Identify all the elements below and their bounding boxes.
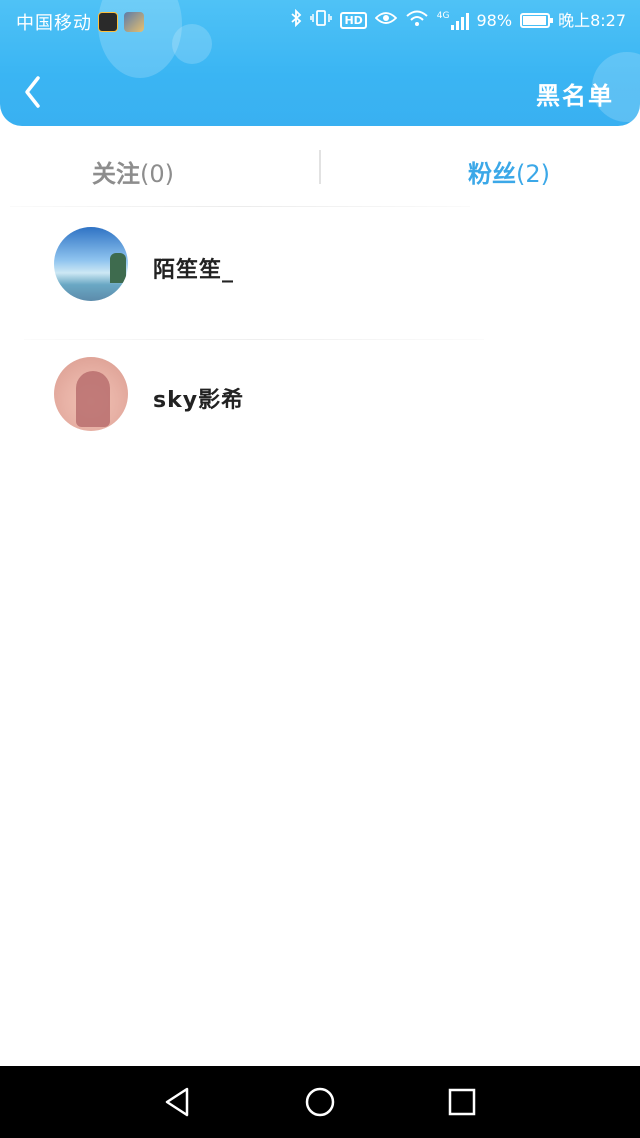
nav-back-button[interactable] <box>161 1085 195 1119</box>
triangle-back-icon <box>165 1087 189 1117</box>
avatar[interactable] <box>54 227 128 301</box>
nav-home-button[interactable] <box>303 1085 337 1119</box>
status-left: 中国移动 <box>16 9 144 35</box>
status-bar: 中国移动 HD 4G 98% 晚上8:27 <box>0 0 640 42</box>
carrier-label: 中国移动 <box>16 13 92 34</box>
navigation-bar <box>0 1066 640 1138</box>
avatar[interactable] <box>54 357 128 431</box>
list-item[interactable]: 陌笙笙_ <box>0 210 640 340</box>
tab-divider <box>319 150 321 184</box>
tab-following-label: 关注 <box>92 160 140 188</box>
signal-icon: 4G <box>436 10 469 30</box>
chevron-left-icon <box>25 76 40 108</box>
battery-icon <box>520 13 554 28</box>
tabs-divider <box>10 206 470 207</box>
circle-home-icon <box>305 1087 335 1117</box>
tab-following[interactable]: 关注(0) <box>92 154 174 189</box>
square-recent-icon <box>448 1088 476 1116</box>
tab-fans[interactable]: 粉丝(2) <box>468 154 550 189</box>
wifi-icon <box>405 9 429 32</box>
back-button[interactable] <box>20 72 48 112</box>
nav-recent-button[interactable] <box>445 1085 479 1119</box>
username: sky影希 <box>153 388 245 413</box>
bluetooth-icon <box>290 8 302 32</box>
tab-fans-label: 粉丝 <box>468 160 516 188</box>
tab-following-count: (0) <box>140 160 174 188</box>
vibrate-icon <box>310 9 333 32</box>
blacklist-button[interactable]: 黑名单 <box>536 76 614 111</box>
status-right: HD 4G 98% 晚上8:27 <box>290 8 626 32</box>
fan-list: 陌笙笙_ sky影希 <box>0 210 640 470</box>
screen: 中国移动 HD 4G 98% 晚上8:27 黑名单 关注(0) 粉丝(2) 陌笙… <box>0 0 640 1138</box>
hd-badge: HD <box>340 12 367 29</box>
game-app-icon <box>124 12 144 32</box>
header: 中国移动 HD 4G 98% 晚上8:27 黑名单 <box>0 0 640 126</box>
eye-icon <box>374 10 398 31</box>
tab-fans-count: (2) <box>516 160 550 188</box>
tab-bar: 关注(0) 粉丝(2) <box>0 126 640 210</box>
username: 陌笙笙_ <box>153 258 235 283</box>
clock: 晚上8:27 <box>558 10 626 30</box>
battery-percent: 98% <box>476 10 513 30</box>
network-type: 4G <box>436 10 450 21</box>
list-item[interactable]: sky影希 <box>0 340 640 470</box>
tv-app-icon <box>98 12 118 32</box>
